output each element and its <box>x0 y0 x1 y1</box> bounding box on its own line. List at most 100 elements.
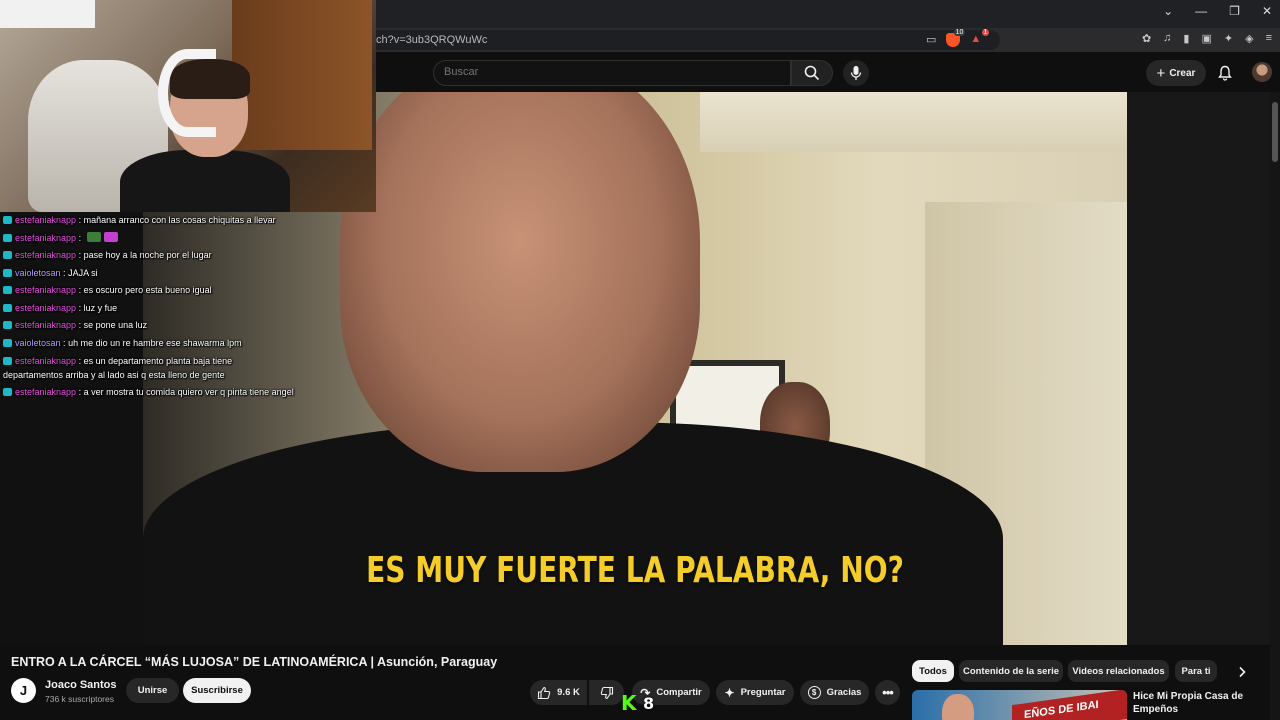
shield-count: 10 <box>953 29 966 36</box>
thanks-label: Gracias <box>826 687 862 698</box>
chat-username: estefaniaknapp <box>15 285 77 295</box>
chat-text: pase hoy a la noche por el lugar <box>83 250 212 260</box>
chat-text: es oscuro pero esta bueno igual <box>83 285 212 295</box>
chat-badge-icon <box>3 268 12 277</box>
chat-badge-icon <box>3 357 12 365</box>
minimize-icon[interactable]: — <box>1195 4 1207 18</box>
rewards-icon[interactable]: ▲ 1 <box>970 29 990 47</box>
more-icon: ••• <box>882 685 894 700</box>
extension-icons: ✿ ♫ ▮ ▣ ✦ ◈ ≡ <box>1142 32 1272 45</box>
search-input[interactable] <box>444 66 784 78</box>
chat-message: vaioletosan : uh me dio un re hambre ese… <box>3 335 333 353</box>
chat-username: estefaniaknapp <box>15 250 77 260</box>
chat-message: vaioletosan : JAJA si <box>3 265 333 283</box>
video-title: ENTRO A LA CÁRCEL “MÁS LUJOSA” DE LATINO… <box>11 655 498 669</box>
chat-message: estefaniaknapp : pase hoy a la noche por… <box>3 247 333 265</box>
menu-icon[interactable]: ≡ <box>1266 32 1272 45</box>
webcam-light <box>0 0 95 28</box>
sparkle-icon: ✦ <box>724 685 735 700</box>
extensions-icon[interactable]: ✿ <box>1142 32 1151 45</box>
chat-badge-icon <box>3 251 12 259</box>
video-caption: ES MUY FUERTE LA PALABRA, NO? <box>366 550 904 591</box>
account-avatar[interactable] <box>1252 62 1272 82</box>
youtube-masthead: + Crear <box>376 52 1280 92</box>
chat-username: estefaniaknapp <box>15 215 77 225</box>
chat-text: JAJA si <box>68 267 98 278</box>
like-button[interactable]: 9.6 K <box>530 680 587 705</box>
chat-badge-icon <box>3 303 12 312</box>
chat-badge-icon <box>3 388 12 396</box>
dislike-button[interactable] <box>589 680 624 705</box>
video-host-head <box>340 92 700 472</box>
search-box[interactable] <box>433 60 791 86</box>
more-actions-button[interactable]: ••• <box>875 680 900 705</box>
headset-icon <box>158 49 216 137</box>
thumbs-up-icon <box>538 686 551 699</box>
channel-name[interactable]: Joaco Santos <box>45 679 117 691</box>
close-icon[interactable]: ✕ <box>1262 4 1272 18</box>
tab-list-icon[interactable]: ⌄ <box>1163 4 1173 18</box>
chat-badge-icon <box>3 233 12 242</box>
chat-username: estefaniaknapp <box>15 320 77 330</box>
music-icon[interactable]: ♫ <box>1163 32 1171 45</box>
chip-series-content[interactable]: Contenido de la serie <box>959 660 1063 682</box>
chat-message: estefaniaknapp : <box>3 230 333 248</box>
chat-badge-icon <box>3 216 12 224</box>
thumbnail-face <box>942 694 974 720</box>
address-bar-icons: ▭ 10 ▲ 1 <box>926 29 990 47</box>
brave-shield-icon[interactable]: 10 <box>946 29 966 47</box>
sidebar-icon[interactable]: ▮ <box>1183 32 1189 45</box>
chat-text: luz y fue <box>83 302 118 313</box>
emote-icon <box>103 231 118 242</box>
ask-button[interactable]: ✦ Preguntar <box>716 680 794 705</box>
create-label: Crear <box>1169 67 1196 79</box>
chip-all[interactable]: Todos <box>912 660 954 682</box>
create-button[interactable]: + Crear <box>1146 60 1206 86</box>
webcam-torso <box>120 150 290 212</box>
leo-icon[interactable]: ✦ <box>1224 32 1233 45</box>
thumbs-down-icon <box>600 686 613 699</box>
chat-message: estefaniaknapp : es un departamento plan… <box>3 356 233 380</box>
url-field[interactable]: ch?v=3ub3QRQWuWc ▭ 10 ▲ 1 <box>376 29 1000 50</box>
chat-message: estefaniaknapp : es oscuro pero esta bue… <box>3 282 333 300</box>
restore-icon[interactable]: ❐ <box>1229 4 1240 18</box>
channel-avatar[interactable]: J <box>11 678 36 703</box>
bell-icon <box>1218 65 1232 81</box>
plus-icon: + <box>1156 64 1166 82</box>
chat-username: vaioletosan <box>15 337 61 348</box>
cast-icon[interactable]: ▭ <box>926 33 936 47</box>
webcam-streamer <box>120 49 290 212</box>
chat-username: estefaniaknapp <box>15 232 77 243</box>
join-button[interactable]: Unirse <box>126 678 179 703</box>
thanks-button[interactable]: $ Gracias <box>800 680 869 705</box>
page-scrollbar[interactable] <box>1270 92 1280 720</box>
chat-badge-icon <box>3 321 12 329</box>
wallet-icon[interactable]: ▣ <box>1201 32 1211 45</box>
chat-overlay: estefaniaknapp : mañana arranco con las … <box>3 212 333 402</box>
recommendation-title[interactable]: Hice Mi Propia Casa de Empeños <box>1133 690 1263 716</box>
vpn-icon[interactable]: ◈ <box>1245 32 1253 45</box>
chat-message: estefaniaknapp : a ver mostra tu comida … <box>3 384 333 402</box>
theater-side-panel <box>1127 92 1270 645</box>
search-icon <box>804 65 820 81</box>
chip-for-you[interactable]: Para ti <box>1175 660 1217 682</box>
chips-next-button[interactable] <box>1232 662 1252 682</box>
search-button[interactable] <box>791 60 833 86</box>
scrollbar-thumb[interactable] <box>1272 102 1278 162</box>
kick-logo: K <box>621 691 637 715</box>
share-label: Compartir <box>656 687 702 698</box>
dollar-icon: $ <box>807 686 821 699</box>
like-count: 9.6 K <box>557 687 580 698</box>
url-text[interactable]: ch?v=3ub3QRQWuWc <box>376 34 487 46</box>
chat-text: se pone una luz <box>83 320 148 330</box>
streamer-webcam <box>0 0 376 212</box>
chat-username: estefaniaknapp <box>15 387 77 397</box>
recommendation-thumbnail[interactable]: EÑOS DE IBAI <box>912 690 1127 720</box>
video-ceiling <box>700 92 1127 152</box>
chevron-right-icon <box>1239 666 1246 678</box>
subscribe-button[interactable]: Suscribirse <box>183 678 251 703</box>
voice-search-button[interactable] <box>843 60 869 86</box>
chip-related-videos[interactable]: Videos relacionados <box>1068 660 1169 682</box>
chat-text: uh me dio un re hambre ese shawarma lpm <box>68 337 242 348</box>
notifications-button[interactable] <box>1214 62 1236 84</box>
